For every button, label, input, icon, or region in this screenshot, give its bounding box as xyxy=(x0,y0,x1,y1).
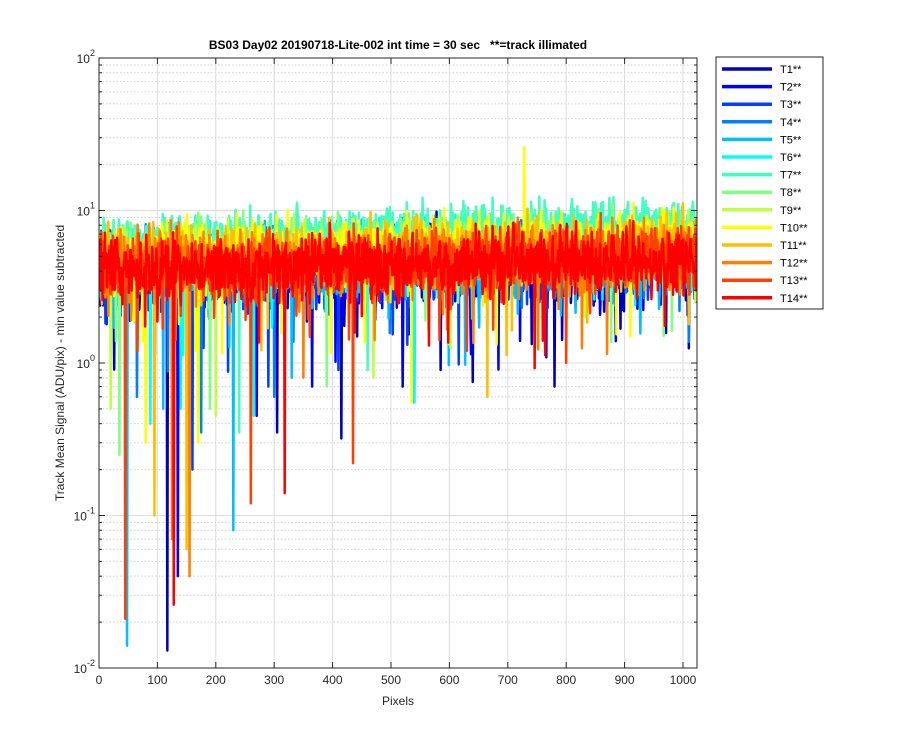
legend-entry-label: T4** xyxy=(780,117,802,129)
legend-entry-label: T12** xyxy=(780,258,808,270)
chart-figure: BS03 Day02 20190718-Lite-002 int time = … xyxy=(0,0,900,750)
x-tick-label: 0 xyxy=(96,673,103,687)
x-tick-label: 1000 xyxy=(670,673,697,687)
x-tick-label: 500 xyxy=(381,673,401,687)
legend-entry-label: T9** xyxy=(780,205,802,217)
legend-entry-label: T13** xyxy=(780,275,808,287)
legend-entry-label: T8** xyxy=(780,187,802,199)
x-tick-label: 200 xyxy=(206,673,226,687)
legend-entry-label: T3** xyxy=(780,99,802,111)
legend-entry-label: T5** xyxy=(780,134,802,146)
legend-entry-label: T11** xyxy=(780,240,807,252)
legend-entry-label: T6** xyxy=(780,152,802,164)
legend-entry-label: T14** xyxy=(780,293,808,305)
x-tick-label: 100 xyxy=(147,673,167,687)
legend-entry-label: T10** xyxy=(780,222,808,234)
x-tick-label: 800 xyxy=(556,673,576,687)
legend-entry-label: T1** xyxy=(780,64,802,76)
x-tick-label: 300 xyxy=(264,673,284,687)
legend: T1** T2** T3** T4** T5** T6** T7** T8** T9** T10*… xyxy=(715,56,824,310)
legend-box xyxy=(715,56,824,310)
chart-title: BS03 Day02 20190718-Lite-002 int time = … xyxy=(209,38,587,52)
x-axis-label: Pixels xyxy=(382,694,414,708)
x-tick-label: 600 xyxy=(439,673,459,687)
x-tick-label: 900 xyxy=(615,673,635,687)
x-tick-label: 400 xyxy=(323,673,343,687)
y-axis-label: Track Mean Signal (ADU/pix) - min value … xyxy=(53,225,67,501)
x-tick-label: 700 xyxy=(498,673,518,687)
legend-entry-label: T7** xyxy=(780,170,802,182)
legend-entry-label: T2** xyxy=(780,82,802,94)
